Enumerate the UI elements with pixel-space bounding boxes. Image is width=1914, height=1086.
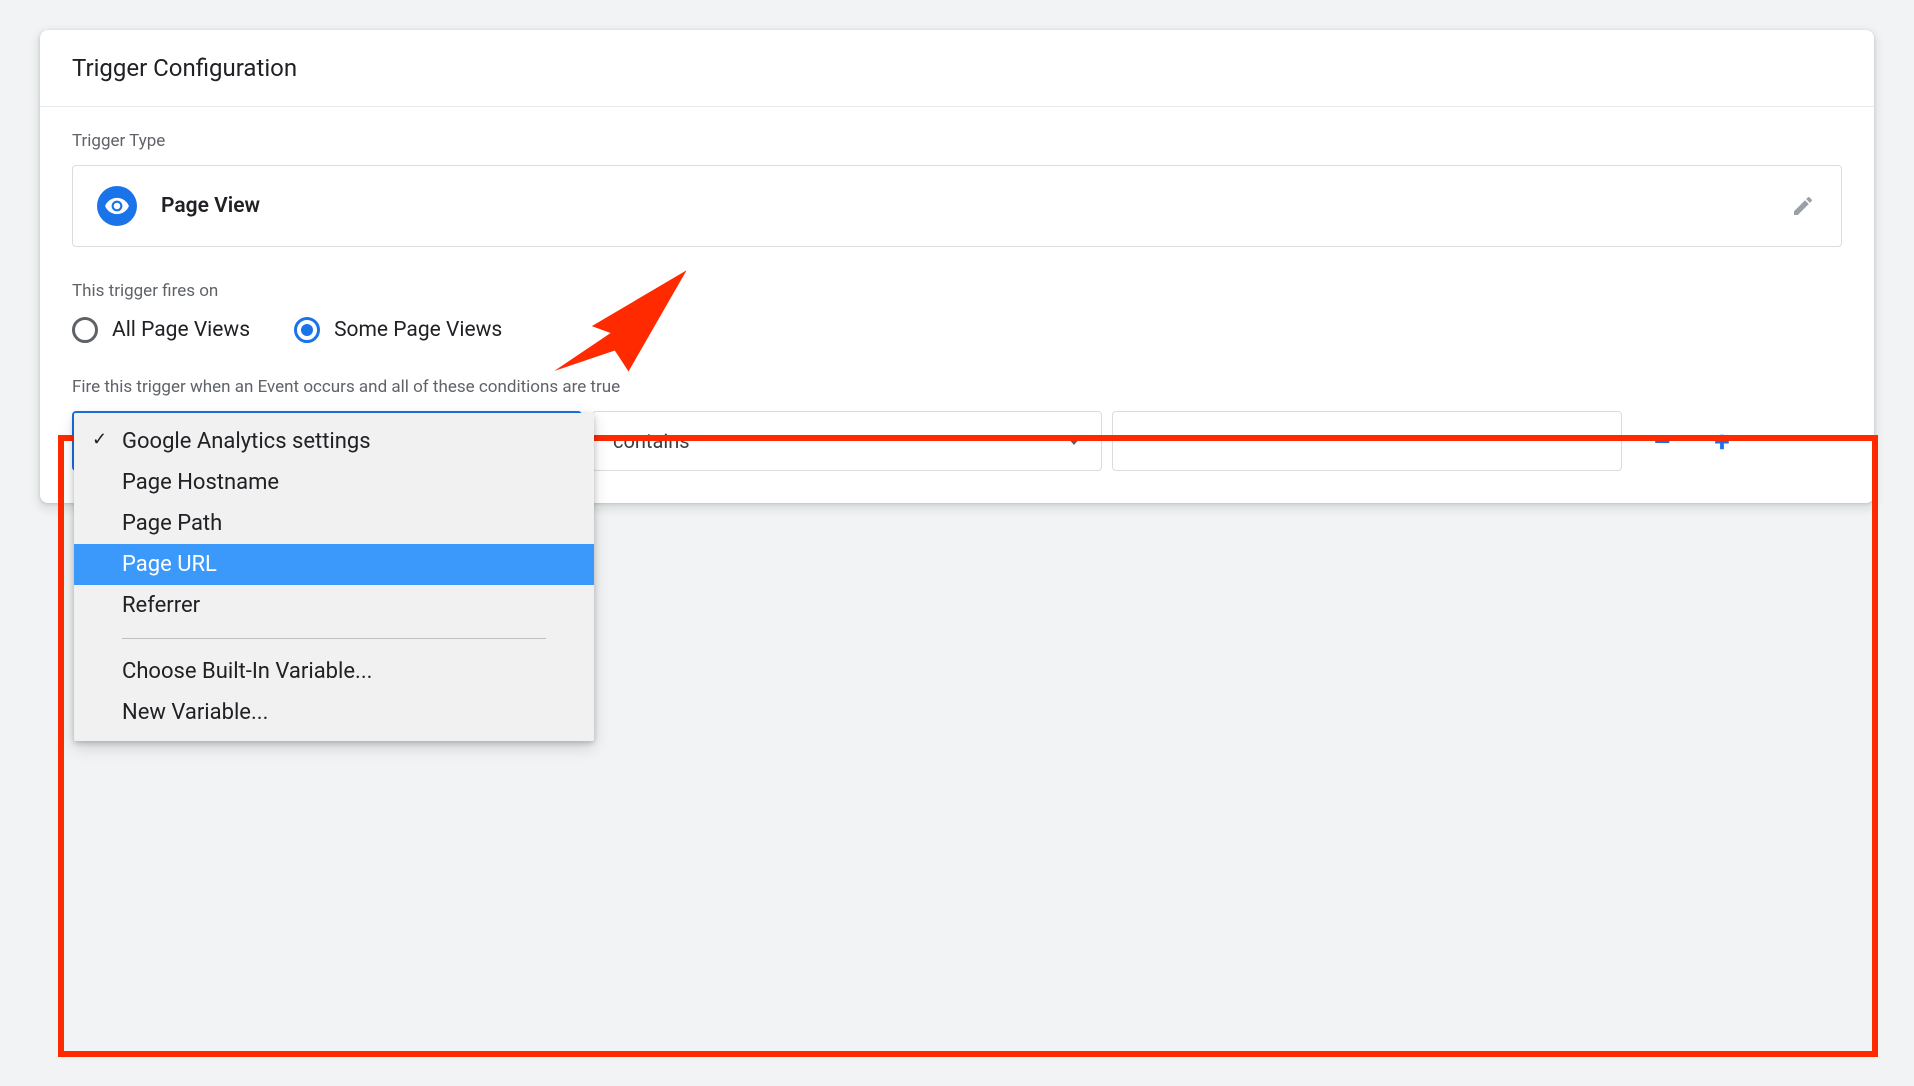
operator-value: contains bbox=[613, 429, 690, 453]
remove-condition-button[interactable]: – bbox=[1642, 421, 1682, 461]
eye-icon bbox=[97, 186, 137, 226]
condition-value-input[interactable] bbox=[1112, 411, 1622, 471]
dropdown-item-ga-settings[interactable]: Google Analytics settings bbox=[74, 421, 594, 462]
fires-on-radio-group: All Page Views Some Page Views bbox=[72, 317, 1842, 343]
conditions-label: Fire this trigger when an Event occurs a… bbox=[72, 377, 1842, 397]
dropdown-item-page-path[interactable]: Page Path bbox=[74, 503, 594, 544]
dropdown-item-referrer[interactable]: Referrer bbox=[74, 585, 594, 626]
card-title: Trigger Configuration bbox=[40, 30, 1874, 107]
dropdown-item-page-hostname[interactable]: Page Hostname bbox=[74, 462, 594, 503]
dropdown-item-page-url[interactable]: Page URL bbox=[74, 544, 594, 585]
radio-some-page-views[interactable]: Some Page Views bbox=[294, 317, 502, 343]
dropdown-item-choose-builtin[interactable]: Choose Built-In Variable... bbox=[74, 651, 594, 692]
trigger-type-label: Trigger Type bbox=[72, 131, 1842, 151]
dropdown-item-new-variable[interactable]: New Variable... bbox=[74, 692, 594, 733]
dropdown-divider bbox=[122, 638, 546, 639]
chevron-down-icon bbox=[1067, 437, 1081, 445]
radio-icon-unselected bbox=[72, 317, 98, 343]
variable-dropdown[interactable]: Google Analytics settings Page Hostname … bbox=[72, 411, 582, 471]
radio-label: Some Page Views bbox=[334, 318, 502, 342]
variable-dropdown-menu: Google Analytics settings Page Hostname … bbox=[74, 413, 594, 741]
trigger-type-info: Page View bbox=[97, 186, 260, 226]
radio-label: All Page Views bbox=[112, 318, 250, 342]
condition-row: Google Analytics settings Page Hostname … bbox=[72, 411, 1842, 471]
card-body: Trigger Type Page View This trigger fire… bbox=[40, 107, 1874, 503]
radio-dot-icon bbox=[301, 324, 313, 336]
edit-trigger-type-button[interactable] bbox=[1789, 192, 1817, 220]
trigger-type-name: Page View bbox=[161, 194, 260, 218]
operator-dropdown[interactable]: contains bbox=[592, 411, 1102, 471]
radio-all-page-views[interactable]: All Page Views bbox=[72, 317, 250, 343]
add-condition-button[interactable]: + bbox=[1702, 421, 1742, 461]
radio-icon-selected bbox=[294, 317, 320, 343]
trigger-type-selector[interactable]: Page View bbox=[72, 165, 1842, 247]
trigger-config-card: Trigger Configuration Trigger Type Page … bbox=[40, 30, 1874, 503]
fires-on-label: This trigger fires on bbox=[72, 281, 1842, 301]
